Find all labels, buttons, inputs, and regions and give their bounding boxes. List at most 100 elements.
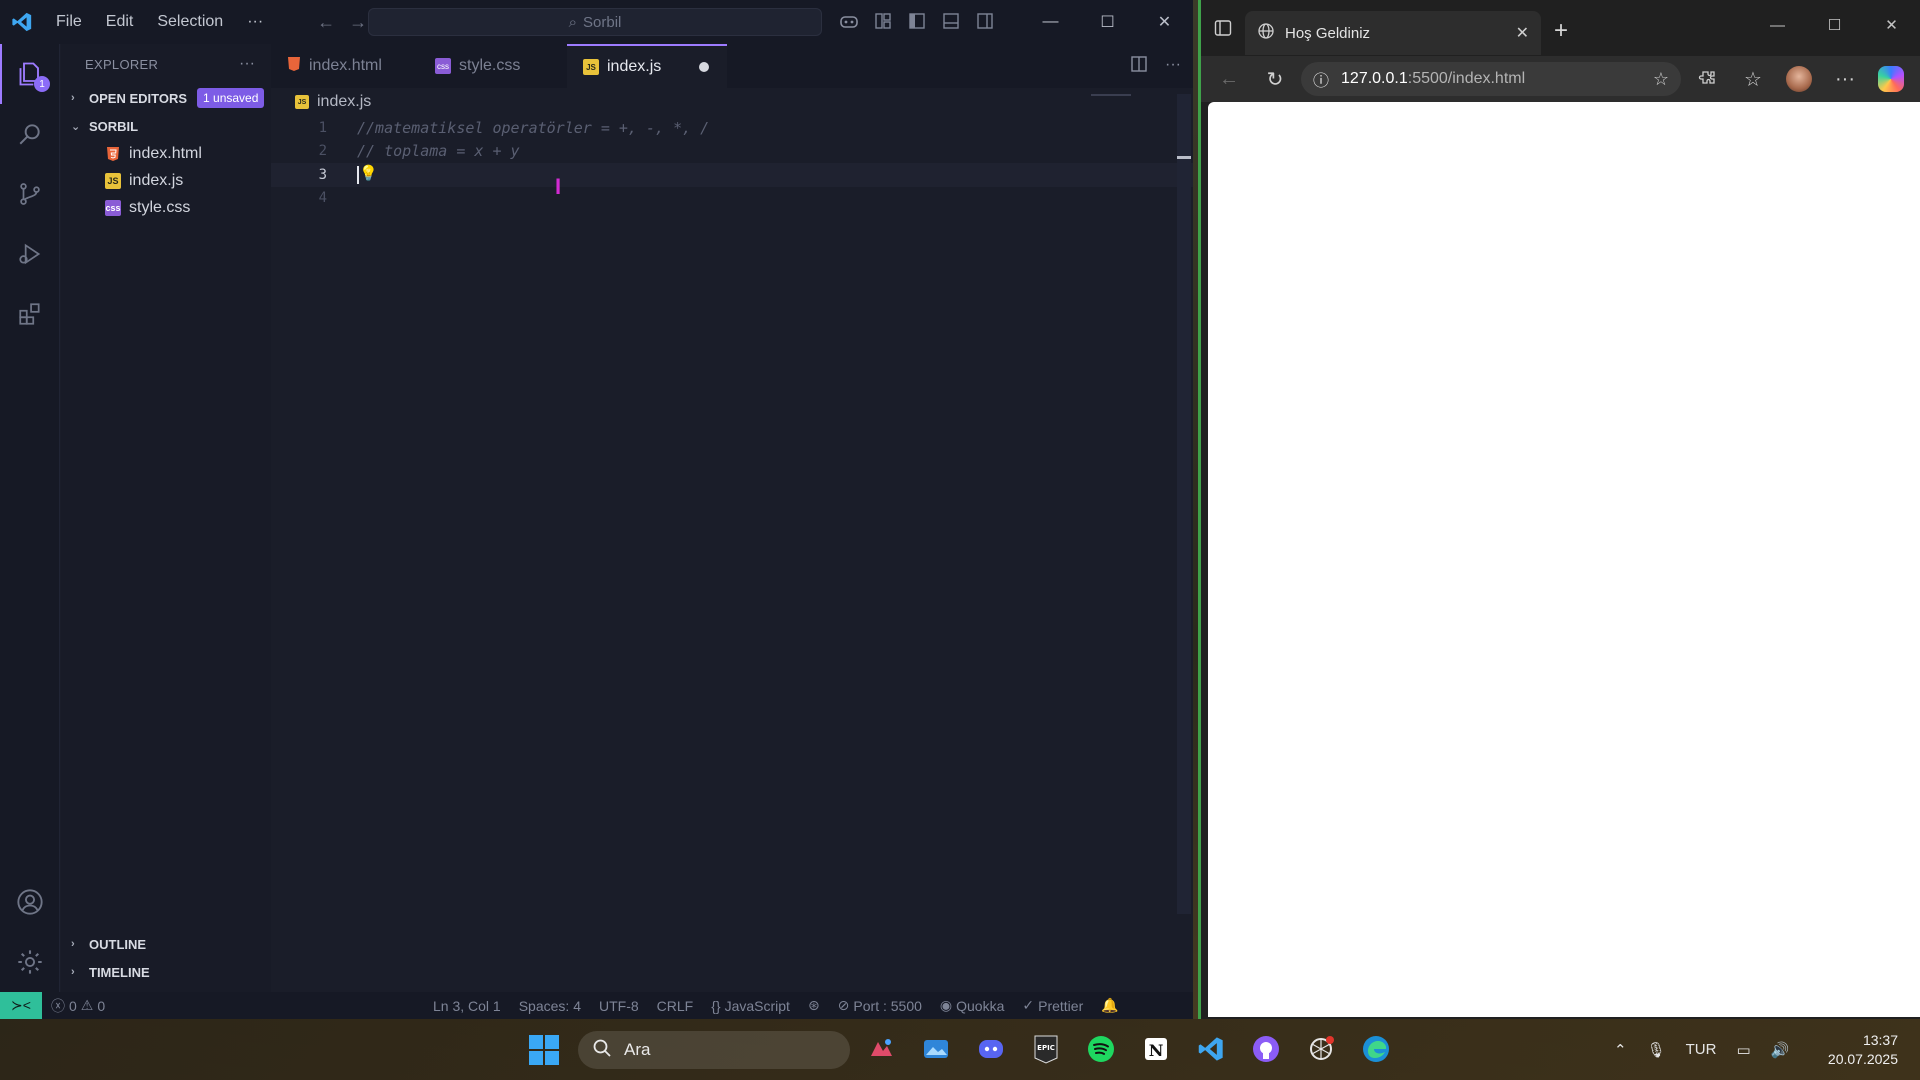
source-control-icon[interactable] — [0, 164, 60, 224]
chevron-up-icon[interactable]: ⌃ — [1614, 1041, 1627, 1059]
minimize-icon[interactable]: — — [1022, 0, 1079, 44]
extensions-icon[interactable] — [0, 284, 60, 344]
epic-games-icon[interactable]: EPIC — [1027, 1029, 1065, 1069]
timeline-section[interactable]: › TIMELINE — [61, 958, 271, 986]
split-editor-icon[interactable] — [1131, 56, 1147, 77]
css-file-icon: css — [435, 58, 451, 74]
code-line[interactable]: 2 // toplama = x + y — [271, 140, 1193, 164]
svg-text:EPIC: EPIC — [1037, 1044, 1055, 1052]
network-icon[interactable]: ▭ — [1736, 1041, 1750, 1059]
extensions-icon[interactable] — [1687, 61, 1727, 97]
photo-editor-icon[interactable] — [862, 1029, 900, 1069]
explorer-more-icon[interactable]: ··· — [239, 55, 255, 73]
close-icon[interactable]: ✕ — [1863, 0, 1920, 50]
editor-scrollbar[interactable] — [1177, 94, 1191, 914]
forward-arrow-icon[interactable]: → — [349, 12, 367, 33]
profile-avatar[interactable] — [1779, 61, 1819, 97]
explorer-icon[interactable]: 1 — [0, 44, 60, 104]
encoding[interactable]: UTF-8 — [590, 998, 648, 1014]
discord-icon[interactable] — [972, 1029, 1010, 1069]
minimize-icon[interactable]: — — [1749, 0, 1806, 50]
live-server-port[interactable]: ⊘ Port : 5500 — [829, 997, 931, 1014]
copilot-icon[interactable] — [1871, 61, 1911, 97]
accounts-icon[interactable] — [0, 872, 60, 932]
microphone-icon[interactable]: 🎙 — [1647, 1041, 1666, 1059]
volume-icon[interactable]: 🔊 — [1771, 1041, 1790, 1059]
toggle-secondary-sidebar-icon[interactable] — [974, 10, 996, 32]
cursor-position[interactable]: Ln 3, Col 1 — [424, 998, 510, 1014]
favorites-icon[interactable]: ☆ — [1733, 61, 1773, 97]
taskbar-search[interactable]: Ara — [578, 1031, 850, 1069]
menu-edit[interactable]: Edit — [94, 13, 146, 31]
open-editors-section[interactable]: › OPEN EDITORS 1 unsaved — [61, 84, 271, 112]
file-item-index-js[interactable]: JS index.js — [61, 167, 271, 194]
chatgpt-icon[interactable] — [1302, 1029, 1340, 1069]
close-icon[interactable]: ✕ — [1136, 0, 1193, 44]
settings-gear-icon[interactable] — [0, 932, 60, 992]
tab-actions-icon[interactable] — [1201, 0, 1245, 56]
tab-style-css[interactable]: css style.css — [419, 44, 567, 88]
toggle-sidebar-icon[interactable] — [906, 10, 928, 32]
maximize-icon[interactable]: ☐ — [1806, 0, 1863, 50]
vscode-icon[interactable] — [1192, 1029, 1230, 1069]
folder-section[interactable]: ⌄ SORBIL — [61, 112, 271, 140]
spotify-icon[interactable] — [1082, 1029, 1120, 1069]
menu-more[interactable]: ··· — [235, 13, 275, 31]
menu-file[interactable]: File — [44, 13, 94, 31]
remote-indicator-icon[interactable]: ≻< — [0, 992, 42, 1019]
file-item-style-css[interactable]: css style.css — [61, 194, 271, 221]
taskbar-clock[interactable]: 13:37 20.07.2025 — [1828, 1031, 1898, 1069]
run-debug-icon[interactable] — [0, 224, 60, 284]
code-line[interactable]: 4 — [271, 187, 1193, 211]
command-center-search[interactable]: ⌕ Sorbil — [368, 8, 822, 36]
back-arrow-icon[interactable]: ← — [317, 12, 335, 33]
toggle-panel-icon[interactable] — [940, 10, 962, 32]
page-viewport[interactable] — [1208, 102, 1920, 1017]
edge-icon[interactable] — [1357, 1029, 1395, 1069]
code-editor[interactable]: 1 //matematiksel operatörler = +, -, *, … — [271, 116, 1193, 210]
problems-indicator[interactable]: ⓧ 0 ⚠ 0 — [42, 996, 114, 1016]
line-ending[interactable]: CRLF — [648, 998, 703, 1014]
browser-tab[interactable]: Hoş Geldiniz ✕ — [1245, 11, 1541, 55]
menu-selection[interactable]: Selection — [145, 13, 235, 31]
new-tab-icon[interactable]: + — [1541, 17, 1581, 45]
start-windows-icon[interactable] — [529, 1035, 559, 1065]
tab-index-html[interactable]: index.html — [271, 44, 419, 88]
tab-title: Hoş Geldiniz — [1285, 24, 1371, 42]
copilot-status-icon[interactable]: ⊛ — [799, 997, 829, 1014]
lightbulb-icon[interactable]: 💡 — [359, 164, 378, 182]
close-tab-icon[interactable]: ✕ — [1516, 23, 1529, 43]
search-view-icon[interactable] — [0, 104, 60, 164]
outline-section[interactable]: › OUTLINE — [61, 930, 271, 958]
language-mode[interactable]: {} JavaScript — [702, 998, 799, 1014]
code-line-current[interactable]: 3 💡 — [271, 163, 1193, 187]
address-bar[interactable]: ⓘ 127.0.0.1:5500/index.html ☆ — [1301, 62, 1681, 96]
prettier-status[interactable]: ✓ Prettier — [1013, 997, 1092, 1014]
photos-icon[interactable] — [917, 1029, 955, 1069]
vscode-logo-icon[interactable] — [0, 0, 44, 44]
indentation[interactable]: Spaces: 4 — [510, 998, 590, 1014]
notifications-bell-icon[interactable]: 🔔 — [1092, 997, 1127, 1014]
browser-menu-icon[interactable]: ··· — [1825, 61, 1865, 97]
maximize-icon[interactable]: ☐ — [1079, 0, 1136, 44]
quokka-status[interactable]: ◉ Quokka — [931, 997, 1013, 1014]
file-item-index-html[interactable]: index.html — [61, 140, 271, 167]
layout-customize-icon[interactable] — [872, 10, 894, 32]
info-icon[interactable]: ⓘ — [1313, 67, 1329, 91]
editor-more-icon[interactable]: ··· — [1165, 56, 1181, 77]
status-bar: ≻< ⓧ 0 ⚠ 0 Ln 3, Col 1 Spaces: 4 UTF-8 C… — [0, 992, 1193, 1019]
breadcrumb[interactable]: JS index.js — [271, 88, 1193, 116]
code-line[interactable]: 1 //matematiksel operatörler = +, -, *, … — [271, 116, 1193, 140]
github-icon[interactable] — [1247, 1029, 1285, 1069]
minimap[interactable] — [1091, 94, 1131, 96]
input-language[interactable]: TUR — [1686, 1041, 1717, 1058]
explorer-title: EXPLORER — [85, 56, 159, 72]
language-label: JavaScript — [724, 997, 790, 1014]
notion-icon[interactable]: N — [1137, 1029, 1175, 1069]
unsaved-dot-icon[interactable] — [699, 62, 710, 72]
back-icon[interactable]: ← — [1209, 61, 1249, 97]
favorite-star-icon[interactable]: ☆ — [1653, 69, 1669, 90]
tab-index-js[interactable]: JS index.js — [567, 44, 728, 88]
refresh-icon[interactable]: ↻ — [1255, 61, 1295, 97]
copilot-icon[interactable] — [838, 10, 860, 32]
